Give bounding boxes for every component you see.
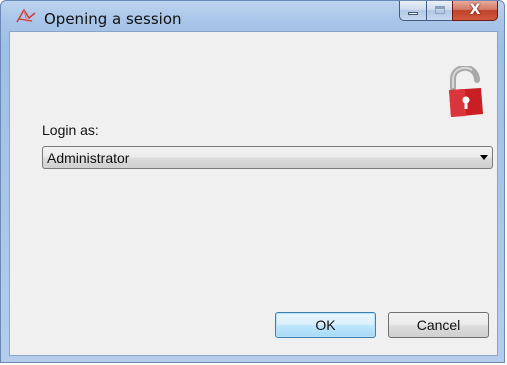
login-as-label: Login as: <box>42 122 99 138</box>
maximize-button[interactable] <box>426 1 452 21</box>
login-as-value: Administrator <box>47 150 130 166</box>
padlock-icon <box>449 66 483 117</box>
close-button[interactable]: X <box>452 1 498 21</box>
caption-buttons: X <box>399 1 498 22</box>
maximize-icon <box>435 6 445 14</box>
minimize-button[interactable] <box>399 1 426 21</box>
dropdown-arrow-icon <box>480 155 488 160</box>
cancel-button[interactable]: Cancel <box>388 312 489 338</box>
dialog-content: Login as: Administrator OK Cancel <box>9 31 498 356</box>
login-as-select[interactable]: Administrator <box>42 146 493 169</box>
close-icon: X <box>469 2 481 18</box>
ok-button[interactable]: OK <box>275 312 376 338</box>
title-bar[interactable]: Opening a session X <box>1 1 504 31</box>
minimize-icon <box>408 12 418 15</box>
window-title: Opening a session <box>44 10 182 28</box>
session-app-icon <box>16 8 36 23</box>
dialog-window: Opening a session X Login as: Administra… <box>0 0 505 363</box>
